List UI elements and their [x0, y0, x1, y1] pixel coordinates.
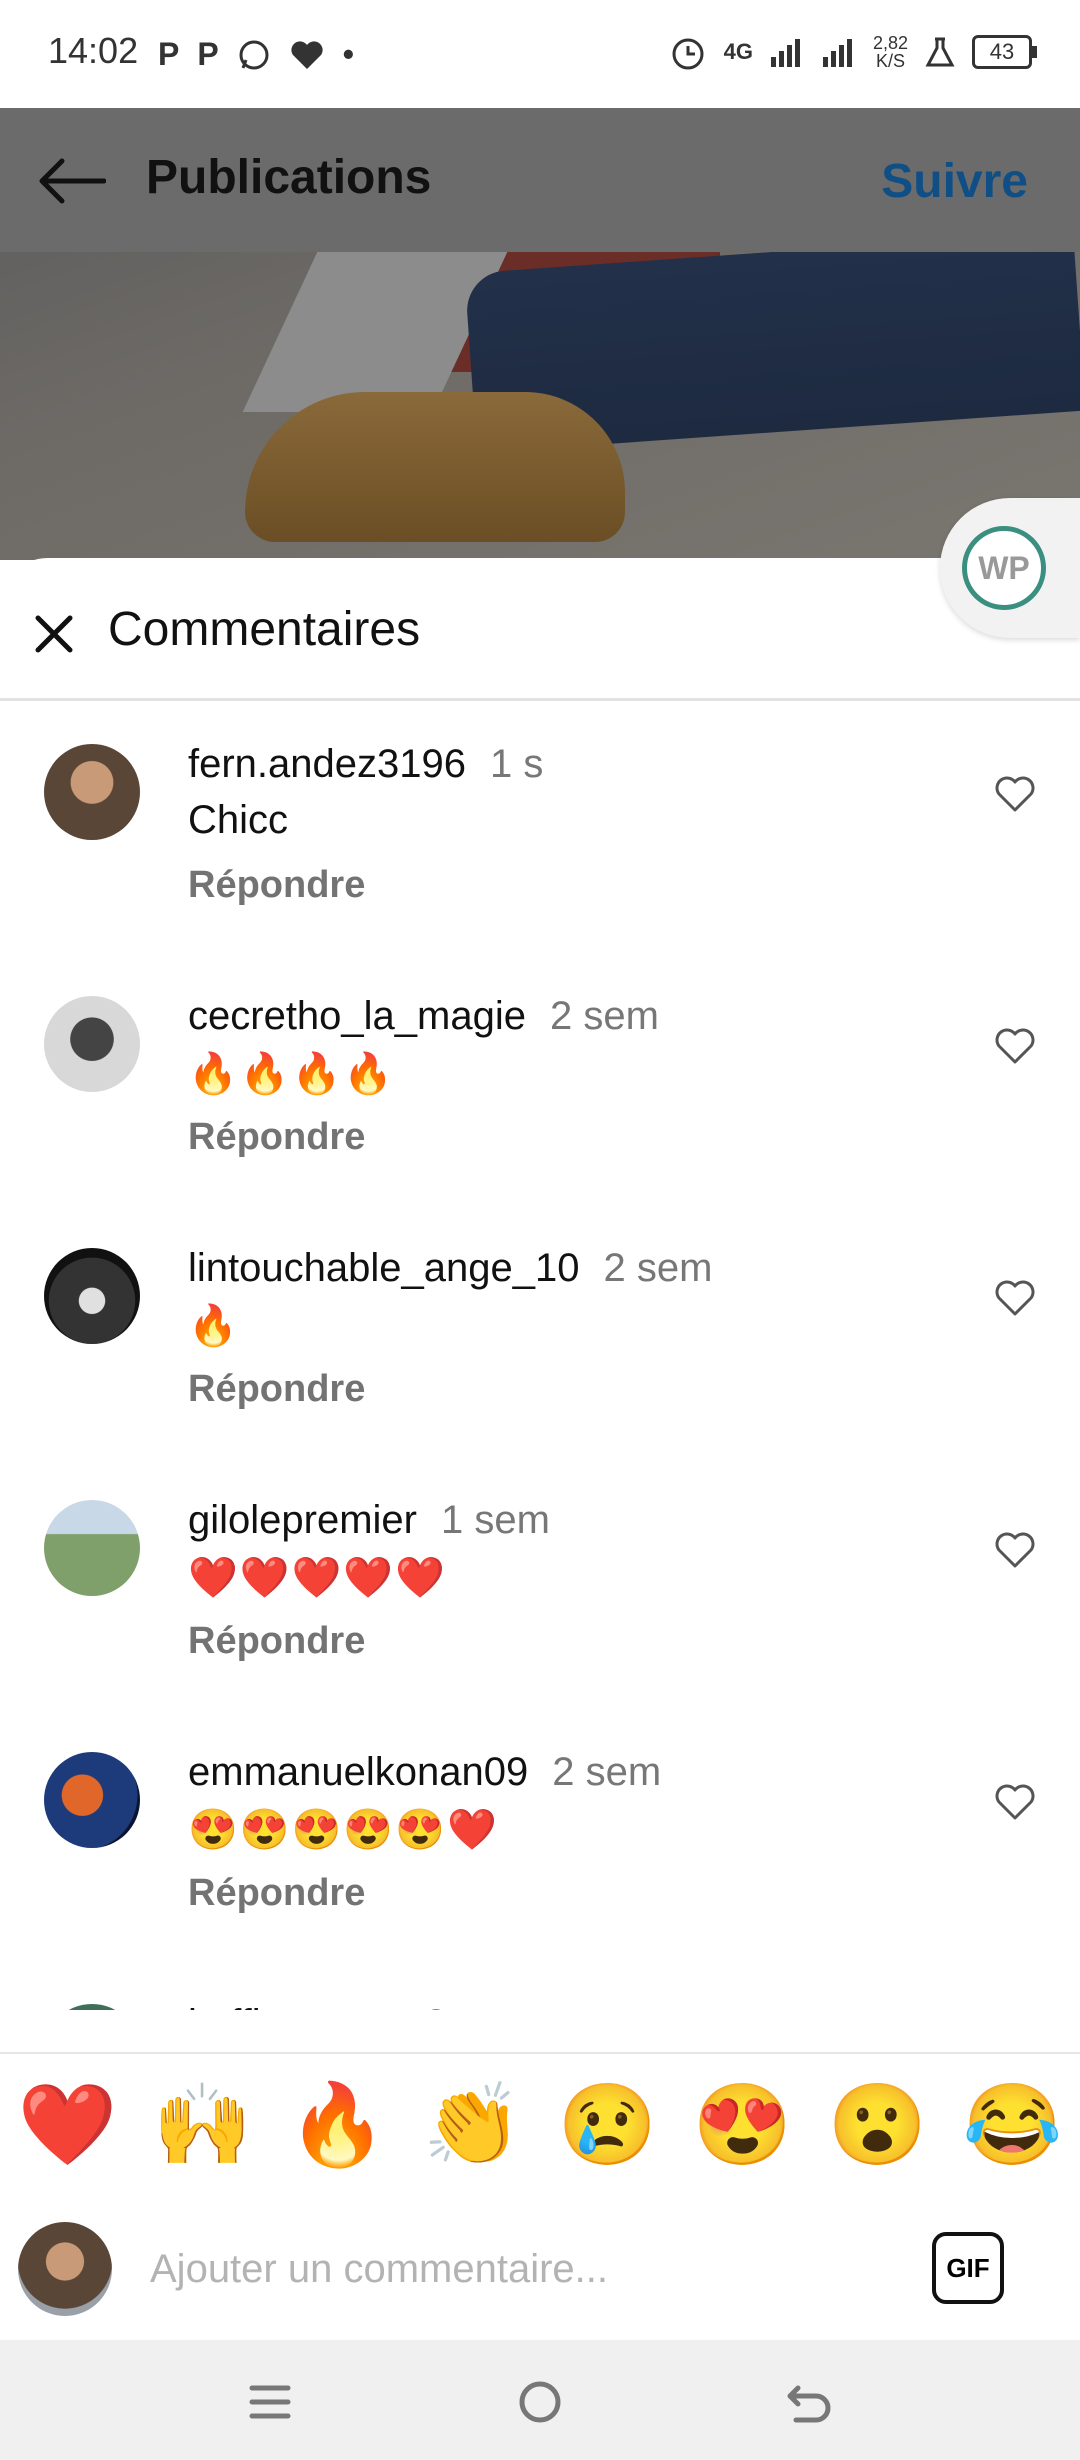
wp-logo-icon: WP: [962, 526, 1046, 610]
reply-button[interactable]: Répondre: [188, 1368, 365, 1411]
emoji-heart-button[interactable]: ❤️: [18, 2085, 118, 2165]
reply-button[interactable]: Répondre: [188, 1620, 365, 1663]
comment-item: lintouchable_ange_10 2 sem 🔥 Répondre: [0, 1202, 1080, 1454]
menu-icon[interactable]: [240, 2372, 300, 2432]
network-speed: 2,82 K/S: [872, 33, 908, 71]
emoji-fire-button[interactable]: 🔥: [288, 2085, 388, 2165]
avatar[interactable]: [44, 1500, 140, 1596]
signal-icon: [770, 39, 800, 67]
user-avatar: [18, 2222, 112, 2316]
network-type: 4G: [723, 39, 753, 64]
avatar[interactable]: [44, 1248, 140, 1344]
whatsapp-icon: [239, 40, 269, 69]
emoji-raised-hands-button[interactable]: 🙌: [153, 2085, 253, 2165]
like-heart-icon[interactable]: [994, 774, 1036, 814]
comment-item: gilolepremier 1 sem ❤️❤️❤️❤️❤️ Répondre: [0, 1454, 1080, 1706]
notification-icons: P P •: [158, 36, 354, 73]
more-notifications-dot: •: [342, 36, 354, 72]
reply-button[interactable]: Répondre: [188, 1872, 365, 1915]
comment-text: 🔥: [188, 1304, 240, 1348]
comment-username[interactable]: emmanuelkonan09: [188, 1750, 528, 1794]
system-icons: 4G 2,82 K/S 43: [668, 32, 1037, 72]
close-icon[interactable]: [32, 612, 76, 656]
emoji-surprised-button[interactable]: 😮: [828, 2085, 928, 2165]
back-icon[interactable]: [780, 2372, 840, 2432]
gif-button[interactable]: GIF: [932, 2232, 1004, 2304]
comment-item: cecretho_la_magie 2 sem 🔥🔥🔥🔥 Répondre: [0, 950, 1080, 1202]
like-heart-icon[interactable]: [994, 1782, 1036, 1822]
comment-input[interactable]: [148, 2236, 892, 2302]
comment-username[interactable]: koffiyaotony: [188, 2002, 401, 2010]
flask-icon: [925, 37, 955, 67]
comment-time: 2 sem: [603, 1246, 713, 1290]
signal-icon: [822, 39, 852, 67]
comment-composer: GIF: [0, 2196, 1080, 2340]
parking-notification-icon: P: [158, 36, 180, 72]
comments-sheet: Commentaires fern.andez3196 1 s Chicc Rép…: [0, 558, 1080, 2058]
comment-item: koffiyaotony 2 sem: [0, 1958, 1080, 2010]
like-heart-icon[interactable]: [994, 1278, 1036, 1318]
comment-username[interactable]: gilolepremier: [188, 1498, 417, 1542]
comment-time: 2 sem: [550, 994, 659, 1038]
emoji-laughing-button[interactable]: 😂: [963, 2085, 1063, 2165]
photo-shoe: [245, 392, 625, 542]
follow-button[interactable]: Suivre: [881, 154, 1028, 209]
comment-list: fern.andez3196 1 s Chicc Répondre cecreth…: [0, 698, 1080, 2010]
avatar[interactable]: [44, 1752, 140, 1848]
heart-icon: [291, 40, 323, 69]
comment-text: 😍😍😍😍😍❤️: [188, 1808, 499, 1852]
alarm-icon: [672, 38, 704, 70]
avatar[interactable]: [44, 2004, 140, 2010]
status-time: 14:02: [48, 30, 139, 71]
like-heart-icon[interactable]: [994, 1026, 1036, 1066]
comment-username[interactable]: cecretho_la_magie: [188, 994, 526, 1038]
comment-item: fern.andez3196 1 s Chicc Répondre: [0, 698, 1080, 950]
emoji-reaction-bar: ❤️ 🙌 🔥 👏 😢 😍 😮 😂: [0, 2052, 1080, 2198]
sheet-title: Commentaires: [108, 603, 421, 656]
parking-notification-icon: P: [197, 36, 219, 72]
comment-text: Chicc: [188, 798, 289, 842]
app-bar: Publications Suivre: [0, 108, 1080, 252]
home-icon[interactable]: [510, 2372, 570, 2432]
reply-button[interactable]: Répondre: [188, 1116, 365, 1159]
emoji-heart-eyes-button[interactable]: 😍: [693, 2085, 793, 2165]
comment-text: ❤️❤️❤️❤️❤️: [188, 1556, 448, 1600]
comment-item: emmanuelkonan09 2 sem 😍😍😍😍😍❤️ Répondre: [0, 1706, 1080, 1958]
avatar[interactable]: [44, 744, 140, 840]
system-nav-bar: [0, 2340, 1080, 2460]
comment-username[interactable]: fern.andez3196: [188, 742, 466, 786]
like-heart-icon[interactable]: [994, 1530, 1036, 1570]
battery-indicator: 43: [972, 35, 1037, 69]
reply-button[interactable]: Répondre: [188, 864, 365, 907]
comment-text: 🔥🔥🔥🔥: [188, 1052, 396, 1096]
comment-time: 1 s: [490, 742, 544, 786]
emoji-crying-button[interactable]: 😢: [558, 2085, 658, 2165]
floating-app-badge[interactable]: WP: [940, 498, 1080, 638]
back-arrow-icon[interactable]: [36, 156, 106, 206]
avatar[interactable]: [44, 996, 140, 1092]
comment-time: 2 sem: [552, 1750, 662, 1794]
emoji-clap-button[interactable]: 👏: [423, 2085, 523, 2165]
comment-time: 2 sem: [425, 2002, 534, 2010]
comment-username[interactable]: lintouchable_ange_10: [188, 1246, 579, 1290]
status-bar: 14:02 P P • 4G 2,82 K/S 43: [0, 0, 1080, 108]
sheet-header: Commentaires: [0, 558, 1080, 701]
post-photo: [0, 252, 1080, 562]
comment-time: 1 sem: [440, 1498, 550, 1542]
page-title: Publications: [146, 151, 432, 204]
